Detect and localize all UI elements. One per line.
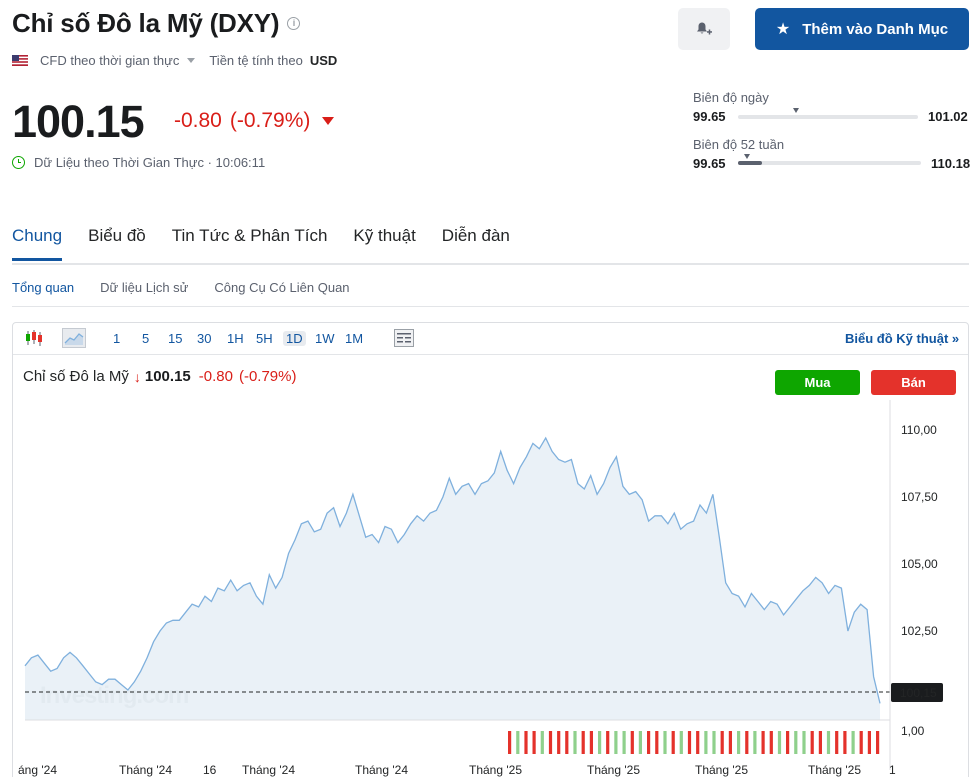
volume-bar [777,731,782,754]
volume-bar [769,731,773,754]
volume-bar [647,731,651,754]
volume-bar [638,731,642,754]
volume-bar [737,731,741,754]
volume-bar [581,731,585,754]
price-chart[interactable]: Investing.com 110,00107,50105,00102,501,… [0,0,979,777]
volume-bar [720,731,724,754]
volume-bar [671,731,675,754]
volume-bar [712,731,716,754]
volume-bar [826,731,831,754]
volume-bar [704,731,708,754]
volume-bar [876,731,880,754]
volume-bar [835,731,839,754]
volume-bar [687,731,692,754]
x-tick-label: 1 [889,763,896,777]
y-tick-label: 105,00 [901,557,938,571]
volume-bar [679,731,683,754]
volume-bar [565,731,569,754]
volume-bar [728,731,732,754]
x-tick-label: Tháng '24 [242,763,295,777]
volume-bar [524,731,528,754]
x-tick-label: Tháng '25 [808,763,861,777]
volume-bar [532,731,536,754]
volume-bar [598,731,602,754]
volume-bar [851,731,855,754]
price-area [25,438,880,720]
volume-bar [557,731,561,754]
volume-bar [810,731,814,754]
x-tick-label: Tháng '24 [119,763,172,777]
volume-bar [794,731,798,754]
volume-bar [818,731,822,754]
volume-bar [614,731,618,754]
volume-bar [786,731,790,754]
volume-bar [622,731,626,754]
volume-bar [753,731,757,754]
x-tick-label: 16 [203,763,217,777]
y-tick-label: 110,00 [901,423,937,437]
volume-bar [573,731,577,754]
volume-bar [589,731,593,754]
volume-bar [516,731,520,754]
last-value-label: 100,15 [900,686,937,700]
volume-bar [548,731,553,754]
volume-bar [761,731,765,754]
volume-bar [843,731,847,754]
volume-bar [508,731,512,754]
volume-bar [867,731,871,754]
y-tick-label: 107,50 [901,490,938,504]
x-tick-label: áng '24 [18,763,57,777]
volume-bar [802,731,806,754]
volume-bar [630,731,634,754]
volume-bar [696,731,700,754]
volume-bar [655,731,659,754]
y-tick-label: 102,50 [901,624,938,638]
volume-bar [606,731,610,754]
x-tick-label: Tháng '25 [695,763,748,777]
x-tick-label: Tháng '25 [469,763,522,777]
volume-bar [745,731,749,754]
x-tick-label: Tháng '24 [355,763,408,777]
volume-bar [663,731,667,754]
volume-bar [859,731,863,754]
volume-bar [540,731,544,754]
x-tick-label: Tháng '25 [587,763,640,777]
volume-tick-label: 1,00 [901,724,925,738]
